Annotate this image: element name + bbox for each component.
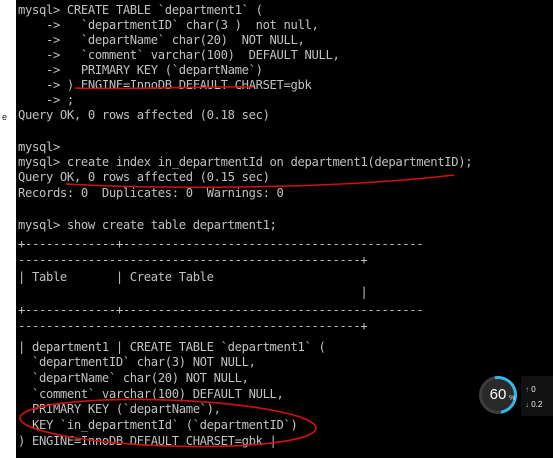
console-line: -> ; — [18, 93, 74, 107]
console-line: -> `departName` char(20) NOT NULL, — [18, 33, 305, 47]
network-panel — [521, 376, 553, 416]
console-line: Records: 0 Duplicates: 0 Warnings: 0 — [18, 186, 284, 200]
console-line: mysql> show create table department1; — [18, 218, 277, 232]
console-line: KEY `in_departmentId` (`departmentID`) — [18, 418, 298, 432]
console-line: | Table | Create Table — [18, 270, 214, 284]
console-line: `comment` varchar(100) DEFAULT NULL, — [18, 387, 284, 401]
console-line: mysql> create index in_departmentId on d… — [18, 155, 473, 169]
upload-speed-value: 0 — [531, 385, 536, 394]
system-monitor-widget[interactable]: 60 % ↑ 0 ↓ 0.2 — [477, 374, 553, 420]
console-line: -> `comment` varchar(100) DEFAULT NULL, — [18, 48, 340, 62]
mysql-console[interactable]: ) ENGINE=InnoDB DEFAULT CHARSET=gbk | KE… — [16, 0, 553, 458]
download-speed-value: 0.2 — [531, 400, 543, 409]
console-line: mysql> — [18, 140, 60, 154]
console-line: mysql> CREATE TABLE `department1` ( — [18, 3, 263, 17]
background-window-text: e — [2, 112, 8, 122]
console-line: ----------------------------------------… — [18, 319, 368, 333]
console-line: ) ENGINE=InnoDB DEFAULT CHARSET=gbk | — [18, 434, 277, 448]
console-line: -> `departmentID` char(3 ) not null, — [18, 18, 319, 32]
console-line: -> PRIMARY KEY (`departName`) — [18, 63, 263, 77]
background-window-edge: e — [0, 0, 16, 458]
console-line: | — [18, 285, 368, 299]
download-speed: ↓ 0.2 — [525, 400, 542, 409]
console-line: ----------------------------------------… — [18, 253, 368, 267]
console-line: `departName` char(20) NOT NULL, — [18, 371, 249, 385]
console-line: +-------------+-------------------------… — [18, 237, 424, 251]
console-line: Query OK, 0 rows affected (0.15 sec) — [18, 170, 270, 184]
console-line: `departmentID` char(3) NOT NULL, — [18, 355, 256, 369]
console-line: | department1 | CREATE TABLE `department… — [18, 340, 326, 354]
console-line: PRIMARY KEY (`departName`), — [18, 402, 221, 416]
console-line: Query OK, 0 rows affected (0.18 sec) — [18, 108, 270, 122]
console-line: +-------------+-------------------------… — [18, 303, 424, 317]
cpu-usage-unit: % — [509, 395, 516, 402]
upload-speed: ↑ 0 — [525, 385, 536, 394]
console-line: -> ) ENGINE=InnoDB DEFAULT CHARSET=gbk — [18, 78, 312, 92]
